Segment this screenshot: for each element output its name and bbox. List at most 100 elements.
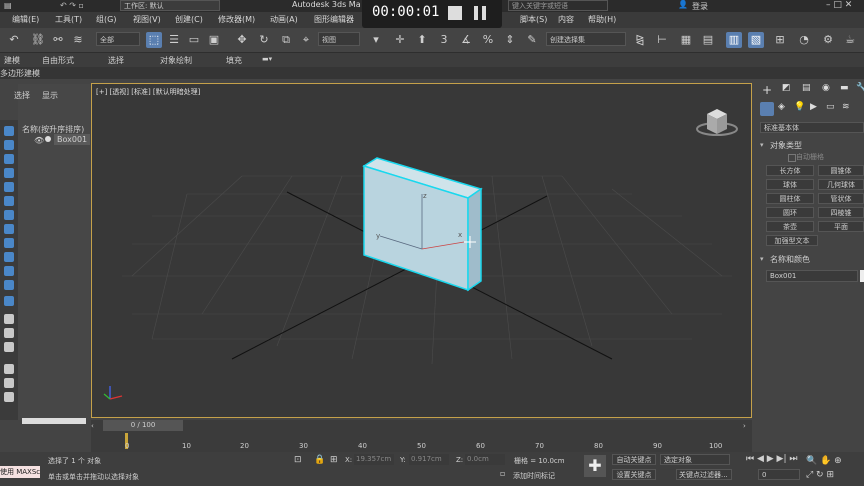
absolute-mode-icon[interactable]: ⊞ bbox=[330, 455, 338, 465]
select-object-icon[interactable]: ⬚ bbox=[146, 32, 162, 48]
menu-content[interactable]: 内容 bbox=[558, 14, 574, 25]
viewport-nav-icons-2[interactable]: ⤢ ↻ ⊞ bbox=[806, 470, 834, 480]
stop-icon[interactable] bbox=[448, 6, 462, 20]
create-tab-icon[interactable]: + bbox=[762, 83, 772, 97]
menu-group[interactable]: 组(G) bbox=[96, 14, 116, 25]
perspective-viewport[interactable]: [+] [透视] [标准] [默认明暗处理] z y x bbox=[91, 83, 752, 418]
geometry-category-icon[interactable] bbox=[760, 102, 774, 116]
pyramid-button[interactable]: 四棱锥 bbox=[818, 207, 864, 218]
scale-icon[interactable]: ⧉ bbox=[278, 32, 294, 48]
snaps-toggle-icon[interactable]: 3 bbox=[436, 32, 452, 48]
rollout-arrow-icon-2[interactable]: ▾ bbox=[760, 255, 764, 263]
ribbon-tab-selection[interactable]: 选择 bbox=[108, 55, 124, 66]
filter-icon[interactable] bbox=[4, 364, 14, 374]
ribbon-tab-modeling[interactable]: 建模 bbox=[4, 55, 20, 66]
render-icon[interactable]: ☕ bbox=[842, 32, 858, 48]
mirror-icon[interactable]: ⧎ bbox=[632, 32, 648, 48]
sphere-button[interactable]: 球体 bbox=[766, 179, 814, 190]
set-key-icon[interactable]: ✚ bbox=[584, 455, 606, 477]
menu-graph-editors[interactable]: 图形编辑器 bbox=[314, 14, 354, 25]
menu-create[interactable]: 创建(C) bbox=[175, 14, 203, 25]
cylinder-button[interactable]: 圆柱体 bbox=[766, 193, 814, 204]
list-item[interactable]: Box001 bbox=[54, 134, 91, 145]
geosphere-button[interactable]: 几何球体 bbox=[818, 179, 864, 190]
shapes-filter-icon[interactable] bbox=[4, 154, 14, 164]
isolate-selection-icon[interactable]: ⊡ bbox=[294, 455, 302, 465]
scene-explorer-icon[interactable]: ▥ bbox=[726, 32, 742, 48]
pivot-icon[interactable]: ▾ bbox=[368, 32, 384, 48]
angle-snap-icon[interactable]: ∡ bbox=[458, 32, 474, 48]
object-type-header[interactable]: 对象类型 bbox=[770, 140, 802, 151]
ribbon-tab-freeform[interactable]: 自由形式 bbox=[42, 55, 74, 66]
autogrid-checkbox[interactable] bbox=[788, 154, 796, 162]
xrefs-filter-icon[interactable] bbox=[4, 238, 14, 248]
lights-filter-icon[interactable] bbox=[4, 168, 14, 178]
rollout-arrow-icon[interactable]: ▾ bbox=[760, 141, 764, 149]
bind-space-warp-icon[interactable]: ≋ bbox=[70, 32, 86, 48]
ribbon-tab-object-paint[interactable]: 对象绘制 bbox=[160, 55, 192, 66]
cameras-category-icon[interactable]: ▶ bbox=[810, 102, 817, 112]
horizontal-scrollbar[interactable] bbox=[22, 418, 86, 424]
display-tab-icon[interactable]: ▬ bbox=[840, 83, 849, 93]
add-time-tag[interactable]: 添加时间标记 bbox=[513, 471, 555, 481]
menu-tools[interactable]: 工具(T) bbox=[55, 14, 82, 25]
bones-filter-icon[interactable] bbox=[4, 252, 14, 262]
window-crossing-icon[interactable]: ▣ bbox=[206, 32, 222, 48]
key-filters-button[interactable]: 关键点过滤器... bbox=[676, 469, 732, 480]
visibility-icon[interactable] bbox=[4, 296, 14, 306]
spinner-snap-icon[interactable]: ⇕ bbox=[502, 32, 518, 48]
hierarchy-icon[interactable] bbox=[4, 328, 14, 338]
name-color-header[interactable]: 名称和颜色 bbox=[770, 254, 810, 265]
menu-help[interactable]: 帮助(H) bbox=[588, 14, 616, 25]
ribbon-tab-populate[interactable]: 填充 bbox=[226, 55, 242, 66]
app-menu-icon[interactable]: ▤ bbox=[4, 1, 12, 10]
selection-filter-dropdown[interactable]: 全部 bbox=[96, 32, 140, 46]
cameras-filter-icon[interactable] bbox=[4, 182, 14, 192]
x-coord-field[interactable]: 19.357cm bbox=[354, 454, 394, 465]
playback-controls-icon[interactable]: ⏮ ◀ ▶ ▶| ⏭ bbox=[746, 454, 797, 464]
material-editor-icon[interactable]: ◔ bbox=[796, 32, 812, 48]
quick-access-icons[interactable]: ↶ ↷ ▫ bbox=[60, 1, 84, 10]
shapes-category-icon[interactable]: ◈ bbox=[778, 102, 785, 112]
rotate-icon[interactable]: ↻ bbox=[256, 32, 272, 48]
utilities-tab-icon[interactable]: 🔧 bbox=[856, 83, 864, 93]
groups-filter-icon[interactable] bbox=[4, 224, 14, 234]
layer-icon[interactable] bbox=[4, 314, 14, 324]
select-manipulate-icon[interactable]: ✛ bbox=[392, 32, 408, 48]
tube-button[interactable]: 管状体 bbox=[818, 193, 864, 204]
render-setup-icon[interactable]: ⚙ bbox=[820, 32, 836, 48]
viewport-nav-icons[interactable]: 🔍 ✋ ⊕ bbox=[806, 456, 842, 466]
y-coord-field[interactable]: 0.917cm bbox=[409, 454, 449, 465]
menu-animation[interactable]: 动画(A) bbox=[270, 14, 298, 25]
menu-modifiers[interactable]: 修改器(M) bbox=[218, 14, 255, 25]
time-slider[interactable]: ‹ 0 / 100 › bbox=[91, 420, 752, 432]
user-icon[interactable]: 👤 bbox=[678, 0, 688, 9]
select-by-name-icon[interactable]: ☰ bbox=[166, 32, 182, 48]
spacewarps-category-icon[interactable]: ≋ bbox=[842, 102, 850, 112]
edit-named-sets-icon[interactable]: ✎ bbox=[524, 32, 540, 48]
teapot-button[interactable]: 茶壶 bbox=[766, 221, 814, 232]
reference-coord-dropdown[interactable]: 视图 bbox=[318, 32, 360, 46]
tab-select[interactable]: 选择 bbox=[14, 90, 30, 101]
ribbon-options-icon[interactable]: ▬▾ bbox=[262, 55, 272, 63]
toggle-ribbon-icon[interactable]: ▤ bbox=[700, 32, 716, 48]
helpers-filter-icon[interactable] bbox=[4, 196, 14, 206]
pause-icon[interactable] bbox=[474, 6, 478, 20]
curve-editor-icon[interactable]: ▧ bbox=[748, 32, 764, 48]
layer-explorer-icon[interactable]: ▦ bbox=[678, 32, 694, 48]
display-none-icon[interactable] bbox=[4, 126, 14, 136]
placement-icon[interactable]: ⌖ bbox=[298, 32, 314, 48]
rect-selection-icon[interactable]: ▭ bbox=[186, 32, 202, 48]
bucket-icon[interactable] bbox=[4, 392, 14, 402]
lights-category-icon[interactable]: 💡 bbox=[794, 102, 805, 112]
space-warps-filter-icon[interactable] bbox=[4, 210, 14, 220]
window-controls[interactable]: – □ ✕ bbox=[826, 0, 852, 10]
category-dropdown[interactable]: 标准基本体 bbox=[760, 122, 864, 133]
geometry-filter-icon[interactable] bbox=[4, 140, 14, 150]
align-icon[interactable]: ⊢ bbox=[654, 32, 670, 48]
selection-lock-icon[interactable]: 🔒 bbox=[314, 455, 325, 465]
box-button[interactable]: 长方体 bbox=[766, 165, 814, 176]
time-slider-next-icon[interactable]: › bbox=[743, 422, 746, 430]
set-key-button[interactable]: 设置关键点 bbox=[612, 469, 656, 480]
undo-icon[interactable]: ↶ bbox=[6, 32, 22, 48]
